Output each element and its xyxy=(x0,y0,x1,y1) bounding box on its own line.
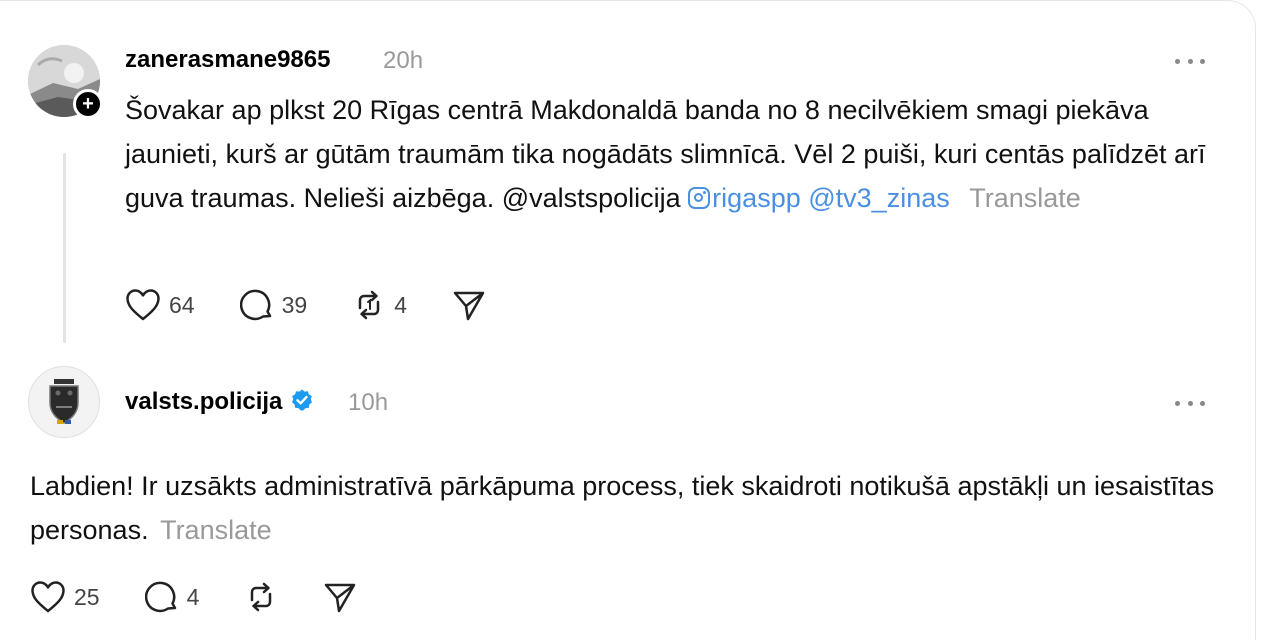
follow-plus-icon[interactable]: + xyxy=(73,89,103,119)
comment-button[interactable]: 4 xyxy=(144,580,200,614)
post-zanerasmane9865: + zanerasmane9865 20h Šovakar ap plkst 2… xyxy=(0,0,1256,355)
mention-link[interactable]: @tv3_zinas xyxy=(808,183,949,213)
like-button[interactable]: 64 xyxy=(125,288,195,322)
heart-icon xyxy=(31,581,65,613)
comment-icon xyxy=(239,289,271,321)
comment-count: 39 xyxy=(281,291,308,318)
comment-count: 4 xyxy=(186,583,200,610)
timestamp[interactable]: 10h xyxy=(348,389,388,417)
instagram-icon xyxy=(688,187,711,209)
like-count: 25 xyxy=(74,583,100,610)
avatar[interactable] xyxy=(28,366,100,438)
share-button[interactable] xyxy=(323,580,357,614)
translate-link[interactable]: Translate xyxy=(160,515,272,545)
thread-line xyxy=(63,153,66,343)
reply-actions: 25 4 xyxy=(30,580,402,614)
comment-button[interactable]: 39 xyxy=(239,288,308,322)
post-actions: 64 39 4 xyxy=(125,288,531,322)
repost-count: 4 xyxy=(394,291,407,318)
username[interactable]: valsts.policija xyxy=(125,388,314,419)
send-icon xyxy=(453,291,485,321)
heart-icon xyxy=(126,289,160,321)
police-emblem-icon xyxy=(49,379,79,424)
reply-text: Labdien! Ir uzsākts administratīvā pārkā… xyxy=(30,464,1230,552)
send-icon xyxy=(325,583,356,613)
repost-icon xyxy=(358,290,380,320)
verified-badge-icon xyxy=(290,388,314,419)
timestamp[interactable]: 20h xyxy=(383,47,423,75)
post-text: Šovakar ap plkst 20 Rīgas centrā Makdona… xyxy=(125,88,1225,220)
share-button[interactable] xyxy=(452,288,486,322)
instagram-mention-link[interactable]: rigaspp xyxy=(688,183,801,213)
translate-link[interactable]: Translate xyxy=(969,183,1081,213)
more-options-icon[interactable] xyxy=(1175,56,1205,66)
more-options-icon[interactable] xyxy=(1175,398,1205,408)
repost-button[interactable]: 4 xyxy=(352,288,407,322)
like-button[interactable]: 25 xyxy=(30,580,100,614)
repost-icon xyxy=(251,582,272,612)
username[interactable]: zanerasmane9865 xyxy=(125,46,330,74)
comment-icon xyxy=(144,581,176,613)
like-count: 64 xyxy=(169,291,195,318)
repost-button[interactable] xyxy=(244,580,278,614)
